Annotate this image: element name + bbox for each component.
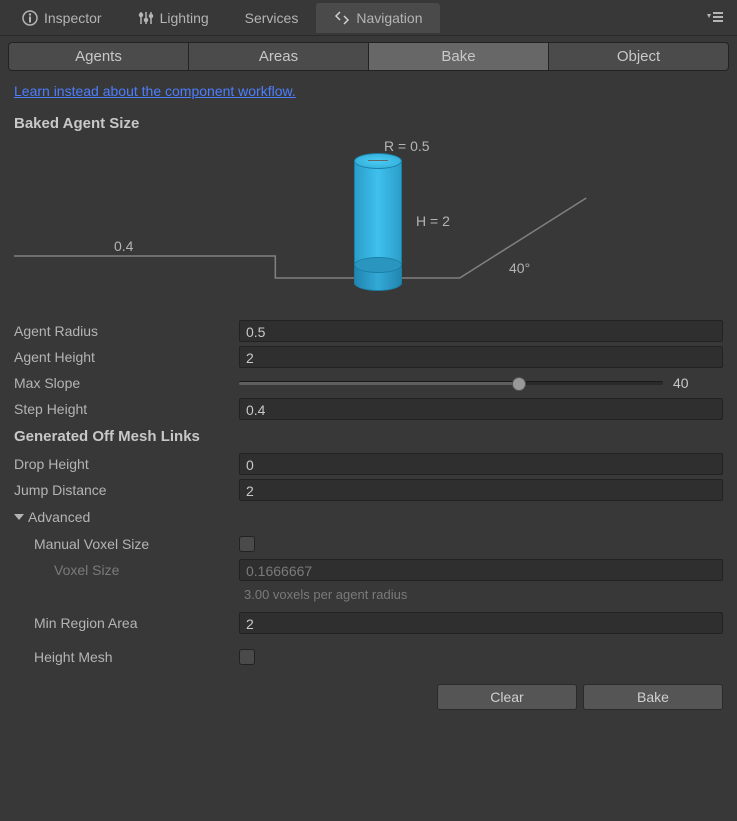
diagram-radius-label: R = 0.5 [384, 138, 430, 154]
label-step-height: Step Height [14, 401, 239, 417]
panel-menu-icon[interactable] [697, 10, 733, 25]
info-icon [22, 10, 38, 26]
input-agent-height[interactable]: 2 [239, 346, 723, 368]
checkbox-manual-voxel-size[interactable] [239, 536, 255, 552]
hint-voxel-ratio: 3.00 voxels per agent radius [4, 583, 733, 610]
row-step-height: Step Height 0.4 [4, 396, 733, 422]
tab-inspector-label: Inspector [44, 10, 102, 26]
slider-max-slope[interactable] [239, 381, 663, 385]
tab-lighting[interactable]: Lighting [120, 3, 227, 33]
input-voxel-size: 0.1666667 [239, 559, 723, 581]
row-drop-height: Drop Height 0 [4, 451, 733, 477]
top-tab-bar: Inspector Lighting Services Navigation [0, 0, 737, 36]
foldout-advanced[interactable]: Advanced [4, 503, 733, 531]
tab-navigation[interactable]: Navigation [316, 3, 440, 33]
chevron-down-icon [14, 514, 24, 520]
input-drop-height[interactable]: 0 [239, 453, 723, 475]
settings-icon [138, 10, 154, 26]
sub-tab-object[interactable]: Object [549, 42, 729, 71]
row-agent-height: Agent Height 2 [4, 344, 733, 370]
diagram-slope-label: 40° [509, 260, 530, 276]
checkbox-height-mesh[interactable] [239, 649, 255, 665]
bake-button[interactable]: Bake [583, 684, 723, 710]
row-height-mesh: Height Mesh [4, 644, 733, 670]
label-manual-voxel-size: Manual Voxel Size [14, 536, 239, 552]
agent-cylinder-icon [354, 153, 402, 283]
sub-tab-agents[interactable]: Agents [8, 42, 189, 71]
clear-button[interactable]: Clear [437, 684, 577, 710]
label-min-region-area: Min Region Area [14, 615, 239, 631]
tab-inspector[interactable]: Inspector [4, 3, 120, 33]
input-agent-radius[interactable]: 0.5 [239, 320, 723, 342]
row-agent-radius: Agent Radius 0.5 [4, 318, 733, 344]
component-workflow-link[interactable]: Learn instead about the component workfl… [4, 83, 296, 99]
tab-lighting-label: Lighting [160, 10, 209, 26]
row-min-region-area: Min Region Area 2 [4, 610, 733, 636]
tab-services[interactable]: Services [227, 3, 317, 33]
label-height-mesh: Height Mesh [14, 649, 239, 665]
tab-navigation-label: Navigation [356, 10, 422, 26]
label-max-slope: Max Slope [14, 375, 239, 391]
row-max-slope: Max Slope 40 [4, 370, 733, 396]
row-jump-distance: Jump Distance 2 [4, 477, 733, 503]
section-advanced-label: Advanced [28, 509, 90, 525]
label-voxel-size: Voxel Size [14, 562, 239, 578]
diagram-height-label: H = 2 [416, 213, 450, 229]
diagram-step-label: 0.4 [114, 238, 133, 254]
label-jump-distance: Jump Distance [14, 482, 239, 498]
label-drop-height: Drop Height [14, 456, 239, 472]
button-row: Clear Bake [4, 670, 733, 724]
sub-tab-bar: Agents Areas Bake Object [8, 42, 729, 71]
navigation-panel: Agents Areas Bake Object Learn instead a… [0, 36, 737, 730]
section-off-mesh-links: Generated Off Mesh Links [4, 422, 733, 451]
input-max-slope-value[interactable]: 40 [673, 375, 723, 391]
label-agent-height: Agent Height [14, 349, 239, 365]
row-manual-voxel-size: Manual Voxel Size [4, 531, 733, 557]
input-min-region-area[interactable]: 2 [239, 612, 723, 634]
input-step-height[interactable]: 0.4 [239, 398, 723, 420]
label-agent-radius: Agent Radius [14, 323, 239, 339]
row-voxel-size: Voxel Size 0.1666667 [4, 557, 733, 583]
tab-services-label: Services [245, 10, 299, 26]
input-jump-distance[interactable]: 2 [239, 479, 723, 501]
sub-tab-areas[interactable]: Areas [189, 42, 369, 71]
sub-tab-bake[interactable]: Bake [369, 42, 549, 71]
section-baked-agent-size: Baked Agent Size [4, 109, 733, 138]
agent-size-diagram: R = 0.5 H = 2 0.4 40° [14, 138, 723, 308]
navigation-icon [334, 10, 350, 26]
